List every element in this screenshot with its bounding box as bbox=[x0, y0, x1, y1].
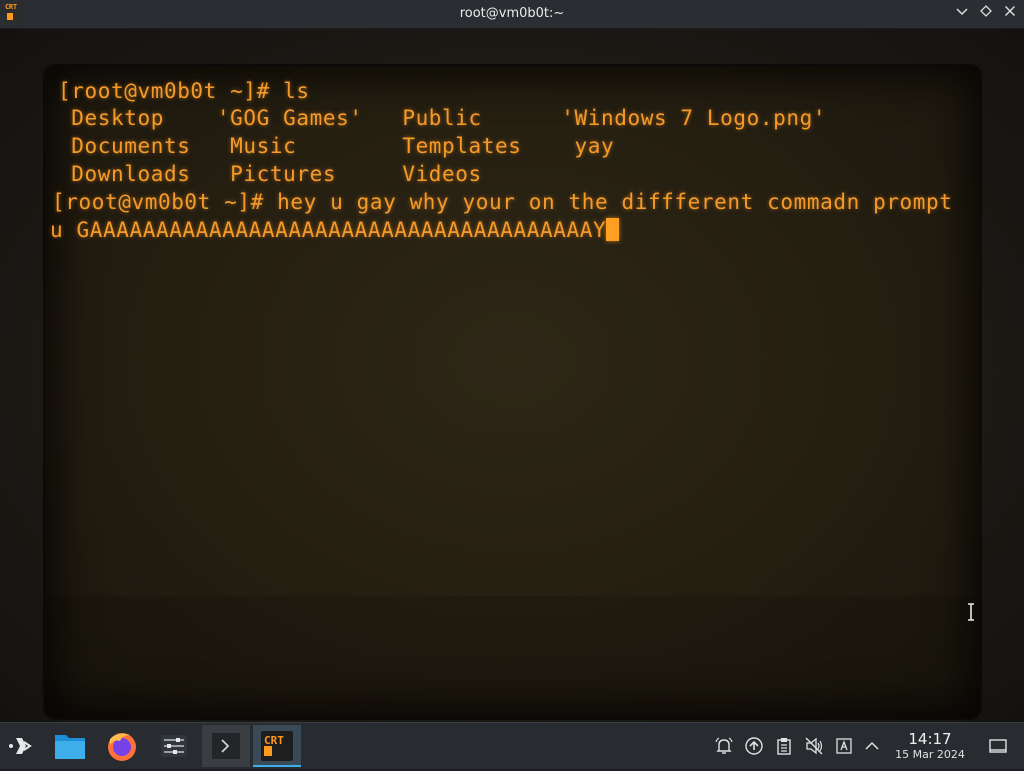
diamond-icon bbox=[980, 5, 992, 17]
maximize-button[interactable] bbox=[976, 4, 996, 24]
show-desktop-icon bbox=[989, 739, 1007, 753]
updates-icon bbox=[745, 737, 763, 755]
clock-time: 14:17 bbox=[908, 730, 952, 748]
close-button[interactable] bbox=[1000, 4, 1020, 24]
close-icon bbox=[1004, 5, 1016, 17]
window-titlebar[interactable]: CRT root@vm0b0t:~ bbox=[0, 0, 1024, 29]
terminal-line-3: Documents Music Templates yay bbox=[58, 134, 615, 158]
window-title: root@vm0b0t:~ bbox=[459, 6, 565, 21]
app-launcher-icon bbox=[9, 738, 32, 754]
app-launcher-button[interactable] bbox=[0, 725, 48, 767]
taskbar: CRT 14:17 15 Mar 2024 bbox=[0, 722, 1024, 769]
terminal-line-1: [root@vm0b0t ~]# ls bbox=[58, 79, 310, 103]
terminal-input-line[interactable]: u GAAAAAAAAAAAAAAAAAAAAAAAAAAAAAAAAAAAAA… bbox=[50, 218, 620, 242]
clipboard-icon bbox=[777, 738, 791, 755]
chevron-down-icon bbox=[956, 8, 968, 16]
minimize-button[interactable] bbox=[952, 4, 972, 24]
text-cursor bbox=[606, 218, 620, 241]
updates-button[interactable] bbox=[744, 736, 764, 756]
notifications-icon bbox=[715, 737, 733, 754]
keyboard-layout-button[interactable] bbox=[834, 736, 854, 756]
expand-tray-icon bbox=[865, 741, 879, 750]
file-manager-button[interactable] bbox=[46, 725, 94, 767]
terminal-line-2: Desktop 'GOG Games' Public 'Windows 7 Lo… bbox=[58, 106, 827, 130]
folder-icon bbox=[55, 735, 85, 759]
terminal-line-6: u GAAAAAAAAAAAAAAAAAAAAAAAAAAAAAAAAAAAAA… bbox=[50, 218, 607, 242]
crt-icon-label: CRT bbox=[264, 734, 284, 747]
crt-scanline-band bbox=[45, 596, 980, 718]
konsole-button[interactable] bbox=[202, 725, 250, 767]
firefox-button[interactable] bbox=[98, 725, 146, 767]
volume-button[interactable] bbox=[804, 736, 824, 756]
system-settings-button[interactable] bbox=[150, 725, 198, 767]
terminal-line-4: Downloads Pictures Videos bbox=[58, 162, 482, 186]
clipboard-button[interactable] bbox=[774, 736, 794, 756]
notifications-button[interactable] bbox=[714, 736, 734, 756]
cool-retro-term-button[interactable]: CRT bbox=[253, 725, 301, 767]
ibeam-cursor-icon bbox=[968, 603, 974, 621]
expand-tray-button[interactable] bbox=[862, 736, 882, 756]
show-desktop-button[interactable] bbox=[988, 736, 1008, 756]
settings-sliders-icon bbox=[161, 735, 187, 757]
firefox-icon bbox=[108, 733, 136, 761]
volume-muted-icon bbox=[805, 737, 823, 755]
terminal-icon bbox=[212, 733, 240, 759]
terminal-window[interactable]: [root@vm0b0t ~]# ls Desktop 'GOG Games' … bbox=[0, 29, 1024, 722]
terminal-line-5: [root@vm0b0t ~]# hey u gay why your on t… bbox=[52, 190, 953, 214]
keyboard-layout-icon bbox=[836, 738, 852, 754]
clock-date: 15 Mar 2024 bbox=[895, 748, 965, 761]
